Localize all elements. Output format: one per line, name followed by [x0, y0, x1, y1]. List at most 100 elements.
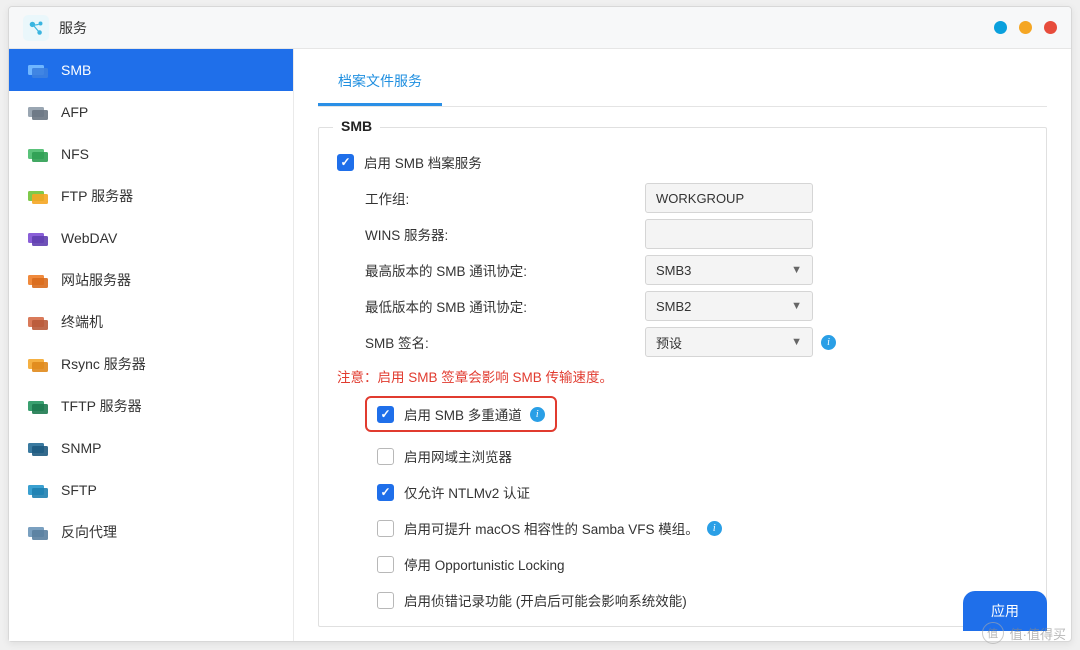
- sidebar-item-afp[interactable]: AFP: [9, 91, 293, 133]
- signing-warning: 注意：启用 SMB 签章会影响 SMB 传输速度。: [337, 366, 1028, 386]
- max-proto-select[interactable]: SMB3 ▼: [645, 255, 813, 285]
- max-proto-row: 最高版本的 SMB 通讯协定: SMB3 ▼: [337, 252, 1028, 288]
- proxy-icon: [27, 523, 49, 541]
- snmp-icon: [27, 439, 49, 457]
- window-body: SMB AFP NFS FTP 服务器 WebDAV 网站服务器 终端机 Rsy…: [9, 49, 1071, 641]
- apply-button[interactable]: 应用: [963, 591, 1047, 631]
- option-row: 启用网域主浏览器: [337, 438, 1028, 474]
- wins-row: WINS 服务器:: [337, 216, 1028, 252]
- info-icon[interactable]: i: [530, 407, 545, 422]
- sidebar-item-label: SMB: [61, 62, 91, 78]
- web-icon: [27, 271, 49, 289]
- titlebar: 服务: [9, 7, 1071, 49]
- option-checkbox[interactable]: [377, 556, 394, 573]
- sidebar-item-label: 网站服务器: [61, 270, 131, 290]
- option-row: 停用 Opportunistic Locking: [337, 546, 1028, 582]
- option-label: 启用 SMB 多重通道: [404, 404, 522, 424]
- workgroup-label: 工作组:: [365, 188, 645, 208]
- enable-smb-row: 启用 SMB 档案服务: [337, 144, 1028, 180]
- min-proto-label: 最低版本的 SMB 通讯协定:: [365, 296, 645, 316]
- signing-label: SMB 签名:: [365, 332, 645, 352]
- min-proto-row: 最低版本的 SMB 通讯协定: SMB2 ▼: [337, 288, 1028, 324]
- option-label: 仅允许 NTLMv2 认证: [404, 482, 530, 502]
- content-pane: 档案文件服务 SMB 启用 SMB 档案服务 工作组: WINS 服务器:: [294, 49, 1071, 641]
- option-row: 启用侦错记录功能 (开启后可能会影响系统效能): [337, 582, 1028, 618]
- ftp-icon: [27, 187, 49, 205]
- option-label: 启用侦错记录功能 (开启后可能会影响系统效能): [404, 590, 687, 610]
- sidebar-item-label: FTP 服务器: [61, 186, 133, 206]
- sidebar-item-label: SFTP: [61, 482, 97, 498]
- window-title: 服务: [59, 18, 87, 38]
- workgroup-input[interactable]: [645, 183, 813, 213]
- minimize-button[interactable]: [994, 21, 1007, 34]
- option-row: 启用可提升 macOS 相容性的 Samba VFS 模组。 i: [337, 510, 1028, 546]
- tftp-icon: [27, 397, 49, 415]
- options-list: 启用 SMB 多重通道 i 启用网域主浏览器 仅允许 NTLMv2 认证 启用可…: [337, 396, 1028, 618]
- sidebar-item-终端机[interactable]: 终端机: [9, 301, 293, 343]
- sidebar-item-网站服务器[interactable]: 网站服务器: [9, 259, 293, 301]
- wins-input[interactable]: [645, 219, 813, 249]
- min-proto-value: SMB2: [656, 299, 691, 314]
- option-row: 启用 SMB 多重通道 i: [365, 396, 1028, 438]
- sidebar: SMB AFP NFS FTP 服务器 WebDAV 网站服务器 终端机 Rsy…: [9, 49, 294, 641]
- option-label: 启用可提升 macOS 相容性的 Samba VFS 模组。: [404, 518, 699, 538]
- section-legend: SMB: [333, 118, 380, 134]
- sidebar-item-ftp-服务器[interactable]: FTP 服务器: [9, 175, 293, 217]
- option-row: 仅允许 NTLMv2 认证: [337, 474, 1028, 510]
- sidebar-item-label: SNMP: [61, 440, 101, 456]
- sidebar-item-webdav[interactable]: WebDAV: [9, 217, 293, 259]
- rsync-icon: [27, 355, 49, 373]
- min-proto-select[interactable]: SMB2 ▼: [645, 291, 813, 321]
- sidebar-item-label: 终端机: [61, 312, 103, 332]
- sidebar-item-label: TFTP 服务器: [61, 396, 142, 416]
- max-proto-value: SMB3: [656, 263, 691, 278]
- sidebar-item-label: WebDAV: [61, 230, 117, 246]
- sidebar-item-label: NFS: [61, 146, 89, 162]
- sidebar-item-smb[interactable]: SMB: [9, 49, 293, 91]
- sidebar-item-label: AFP: [61, 104, 88, 120]
- smb-icon: [27, 61, 49, 79]
- sidebar-item-snmp[interactable]: SNMP: [9, 427, 293, 469]
- enable-smb-checkbox[interactable]: [337, 154, 354, 171]
- signing-row: SMB 签名: 预设 ▼ i: [337, 324, 1028, 360]
- sidebar-item-sftp[interactable]: SFTP: [9, 469, 293, 511]
- chevron-down-icon: ▼: [791, 264, 802, 276]
- info-icon[interactable]: i: [821, 335, 836, 350]
- smb-section: SMB 启用 SMB 档案服务 工作组: WINS 服务器: 最高版本的 SMB…: [318, 127, 1047, 627]
- close-button[interactable]: [1044, 21, 1057, 34]
- option-checkbox[interactable]: [377, 592, 394, 609]
- sidebar-item-label: Rsync 服务器: [61, 354, 146, 374]
- option-label: 启用网域主浏览器: [404, 446, 512, 466]
- signing-value: 预设: [656, 333, 682, 352]
- sidebar-item-反向代理[interactable]: 反向代理: [9, 511, 293, 553]
- terminal-icon: [27, 313, 49, 331]
- option-checkbox[interactable]: [377, 448, 394, 465]
- signing-select[interactable]: 预设 ▼: [645, 327, 813, 357]
- app-icon: [23, 15, 49, 41]
- nfs-icon: [27, 145, 49, 163]
- maximize-button[interactable]: [1019, 21, 1032, 34]
- option-checkbox[interactable]: [377, 406, 394, 423]
- option-label: 停用 Opportunistic Locking: [404, 554, 565, 574]
- info-icon[interactable]: i: [707, 521, 722, 536]
- window-controls: [994, 21, 1057, 34]
- max-proto-label: 最高版本的 SMB 通讯协定:: [365, 260, 645, 280]
- workgroup-row: 工作组:: [337, 180, 1028, 216]
- afp-icon: [27, 103, 49, 121]
- tab-file-services[interactable]: 档案文件服务: [318, 61, 442, 106]
- sidebar-item-tftp-服务器[interactable]: TFTP 服务器: [9, 385, 293, 427]
- tabs: 档案文件服务: [318, 61, 1047, 107]
- option-checkbox[interactable]: [377, 484, 394, 501]
- sftp-icon: [27, 481, 49, 499]
- webdav-icon: [27, 229, 49, 247]
- sidebar-item-nfs[interactable]: NFS: [9, 133, 293, 175]
- enable-smb-label: 启用 SMB 档案服务: [364, 152, 482, 172]
- highlight-box: 启用 SMB 多重通道 i: [365, 396, 557, 432]
- services-window: 服务 SMB AFP NFS FTP 服务器 WebDAV 网站服务器 终: [8, 6, 1072, 642]
- option-checkbox[interactable]: [377, 520, 394, 537]
- wins-label: WINS 服务器:: [365, 224, 645, 244]
- sidebar-item-rsync-服务器[interactable]: Rsync 服务器: [9, 343, 293, 385]
- sidebar-item-label: 反向代理: [61, 522, 117, 542]
- chevron-down-icon: ▼: [791, 300, 802, 312]
- chevron-down-icon: ▼: [791, 336, 802, 348]
